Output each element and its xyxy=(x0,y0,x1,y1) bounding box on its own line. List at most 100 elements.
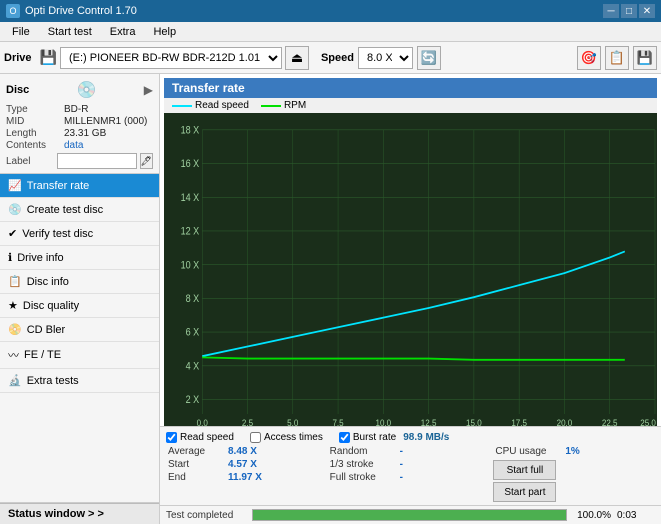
app-icon: O xyxy=(6,4,20,18)
disc-panel-icon: 💿 xyxy=(77,80,97,100)
burst-rate-value: 98.9 MB/s xyxy=(403,432,449,443)
stat-fullstroke-val: - xyxy=(400,472,430,483)
legend-rpm-color xyxy=(261,105,281,107)
drive-select: 💾 (E:) PIONEER BD-RW BDR-212D 1.01 ⏏ xyxy=(40,46,309,70)
nav-cd-bler[interactable]: 📀 CD Bler xyxy=(0,318,159,342)
drive-dropdown[interactable]: (E:) PIONEER BD-RW BDR-212D 1.01 xyxy=(60,47,282,69)
extra-tests-icon: 🔬 xyxy=(8,374,22,387)
speed-dropdown[interactable]: 8.0 X xyxy=(358,47,413,69)
maximize-button[interactable]: □ xyxy=(621,4,637,18)
stat-cpu-row: CPU usage 1% xyxy=(493,445,581,458)
start-full-button[interactable]: Start full xyxy=(493,460,556,480)
speed-refresh-button[interactable]: 🔄 xyxy=(417,46,441,70)
stat-stroke13-val: - xyxy=(400,459,430,470)
stat-start-val: 4.57 X xyxy=(228,459,273,470)
svg-text:4 X: 4 X xyxy=(186,361,200,373)
disc-arrow-icon: ▶ xyxy=(144,83,153,97)
nav-cd-bler-label: CD Bler xyxy=(27,324,66,336)
checkbox-access-times: Access times xyxy=(250,432,323,443)
main-layout: Disc 💿 ▶ Type BD-R MID MILLENMR1 (000) L… xyxy=(0,74,661,524)
stat-fullstroke-row: Full stroke - xyxy=(328,471,490,484)
disc-label-key: Label xyxy=(6,156,54,167)
status-window-header[interactable]: Status window > > xyxy=(0,503,159,524)
nav-menu: 📈 Transfer rate 💿 Create test disc ✔ Ver… xyxy=(0,174,159,502)
svg-text:8 X: 8 X xyxy=(186,293,200,305)
progress-bar-fill xyxy=(253,510,566,520)
disc-type-val: BD-R xyxy=(64,104,88,115)
content-area: Transfer rate Read speed RPM xyxy=(160,74,661,524)
disc-mid-key: MID xyxy=(6,116,64,127)
nav-create-test-disc-label: Create test disc xyxy=(27,204,103,216)
disc-contents-val: data xyxy=(64,140,83,151)
nav-verify-test-disc[interactable]: ✔ Verify test disc xyxy=(0,222,159,246)
nav-disc-quality-label: Disc quality xyxy=(23,300,79,312)
stat-random-val: - xyxy=(400,446,430,457)
svg-text:17.5: 17.5 xyxy=(511,417,527,426)
nav-create-test-disc[interactable]: 💿 Create test disc xyxy=(0,198,159,222)
access-times-checkbox-label: Access times xyxy=(264,432,323,443)
stats-col-1: Average 8.48 X Start 4.57 X End 11.97 X xyxy=(166,445,328,502)
disc-label-row: Label 🖊 xyxy=(6,153,153,169)
toolbar-btn-2[interactable]: 📋 xyxy=(605,46,629,70)
nav-extra-tests[interactable]: 🔬 Extra tests xyxy=(0,369,159,393)
checkbox-burst-rate: Burst rate 98.9 MB/s xyxy=(339,432,450,443)
disc-label-btn[interactable]: 🖊 xyxy=(140,153,153,169)
stats-rows: Average 8.48 X Start 4.57 X End 11.97 X xyxy=(166,445,655,502)
stat-average-val: 8.48 X xyxy=(228,446,273,457)
svg-text:12 X: 12 X xyxy=(181,226,200,238)
svg-text:2.5: 2.5 xyxy=(242,417,253,426)
progress-time: 0:03 xyxy=(617,510,655,521)
menu-extra[interactable]: Extra xyxy=(102,24,144,40)
disc-type-row: Type BD-R xyxy=(6,104,153,115)
chart-title-bar: Transfer rate xyxy=(164,78,657,98)
nav-extra-tests-label: Extra tests xyxy=(27,375,79,387)
chart-legend: Read speed RPM xyxy=(164,98,657,113)
access-times-checkbox[interactable] xyxy=(250,432,261,443)
eject-button[interactable]: ⏏ xyxy=(285,46,309,70)
chart-title: Transfer rate xyxy=(172,81,245,95)
nav-drive-info[interactable]: ℹ Drive info xyxy=(0,246,159,270)
menu-file[interactable]: File xyxy=(4,24,38,40)
menu-start-test[interactable]: Start test xyxy=(40,24,100,40)
nav-drive-info-label: Drive info xyxy=(17,252,63,264)
progress-percent: 100.0% xyxy=(573,510,611,521)
toolbar-btn-3[interactable]: 💾 xyxy=(633,46,657,70)
burst-rate-checkbox[interactable] xyxy=(339,432,350,443)
nav-disc-info[interactable]: 📋 Disc info xyxy=(0,270,159,294)
minimize-button[interactable]: ─ xyxy=(603,4,619,18)
svg-text:20.0: 20.0 xyxy=(557,417,573,426)
svg-text:18 X: 18 X xyxy=(181,125,200,137)
menu-help[interactable]: Help xyxy=(145,24,184,40)
burst-rate-checkbox-label: Burst rate xyxy=(353,432,396,443)
close-button[interactable]: ✕ xyxy=(639,4,655,18)
svg-text:5.0: 5.0 xyxy=(287,417,298,426)
transfer-rate-icon: 📈 xyxy=(8,179,22,192)
nav-fe-te[interactable]: 〰 FE / TE xyxy=(0,342,159,369)
disc-label-input[interactable] xyxy=(57,153,137,169)
disc-quality-icon: ★ xyxy=(8,299,18,312)
chart-section: Transfer rate Read speed RPM xyxy=(160,74,661,426)
disc-info-icon: 📋 xyxy=(8,275,22,288)
legend-rpm: RPM xyxy=(261,100,306,111)
progress-section: Test completed 100.0% 0:03 xyxy=(160,505,661,524)
nav-disc-quality[interactable]: ★ Disc quality xyxy=(0,294,159,318)
disc-mid-row: MID MILLENMR1 (000) xyxy=(6,116,153,127)
svg-text:6 X: 6 X xyxy=(186,327,200,339)
stat-cpu-label: CPU usage xyxy=(495,446,565,457)
svg-text:7.5: 7.5 xyxy=(332,417,343,426)
svg-text:12.5: 12.5 xyxy=(421,417,437,426)
stat-random-label: Random xyxy=(330,446,400,457)
read-speed-checkbox-label: Read speed xyxy=(180,432,234,443)
legend-read-speed: Read speed xyxy=(172,100,249,111)
checkbox-row: Read speed Access times Burst rate 98.9 … xyxy=(166,430,655,445)
disc-length-val: 23.31 GB xyxy=(64,128,106,139)
toolbar-btn-1[interactable]: 🎯 xyxy=(577,46,601,70)
start-part-button[interactable]: Start part xyxy=(493,482,556,502)
read-speed-checkbox[interactable] xyxy=(166,432,177,443)
svg-text:22.5: 22.5 xyxy=(602,417,618,426)
legend-read-speed-color xyxy=(172,105,192,107)
nav-transfer-rate[interactable]: 📈 Transfer rate xyxy=(0,174,159,198)
svg-text:10.0: 10.0 xyxy=(376,417,392,426)
stat-start-row: Start 4.57 X xyxy=(166,458,328,471)
nav-fe-te-label: FE / TE xyxy=(24,349,61,361)
